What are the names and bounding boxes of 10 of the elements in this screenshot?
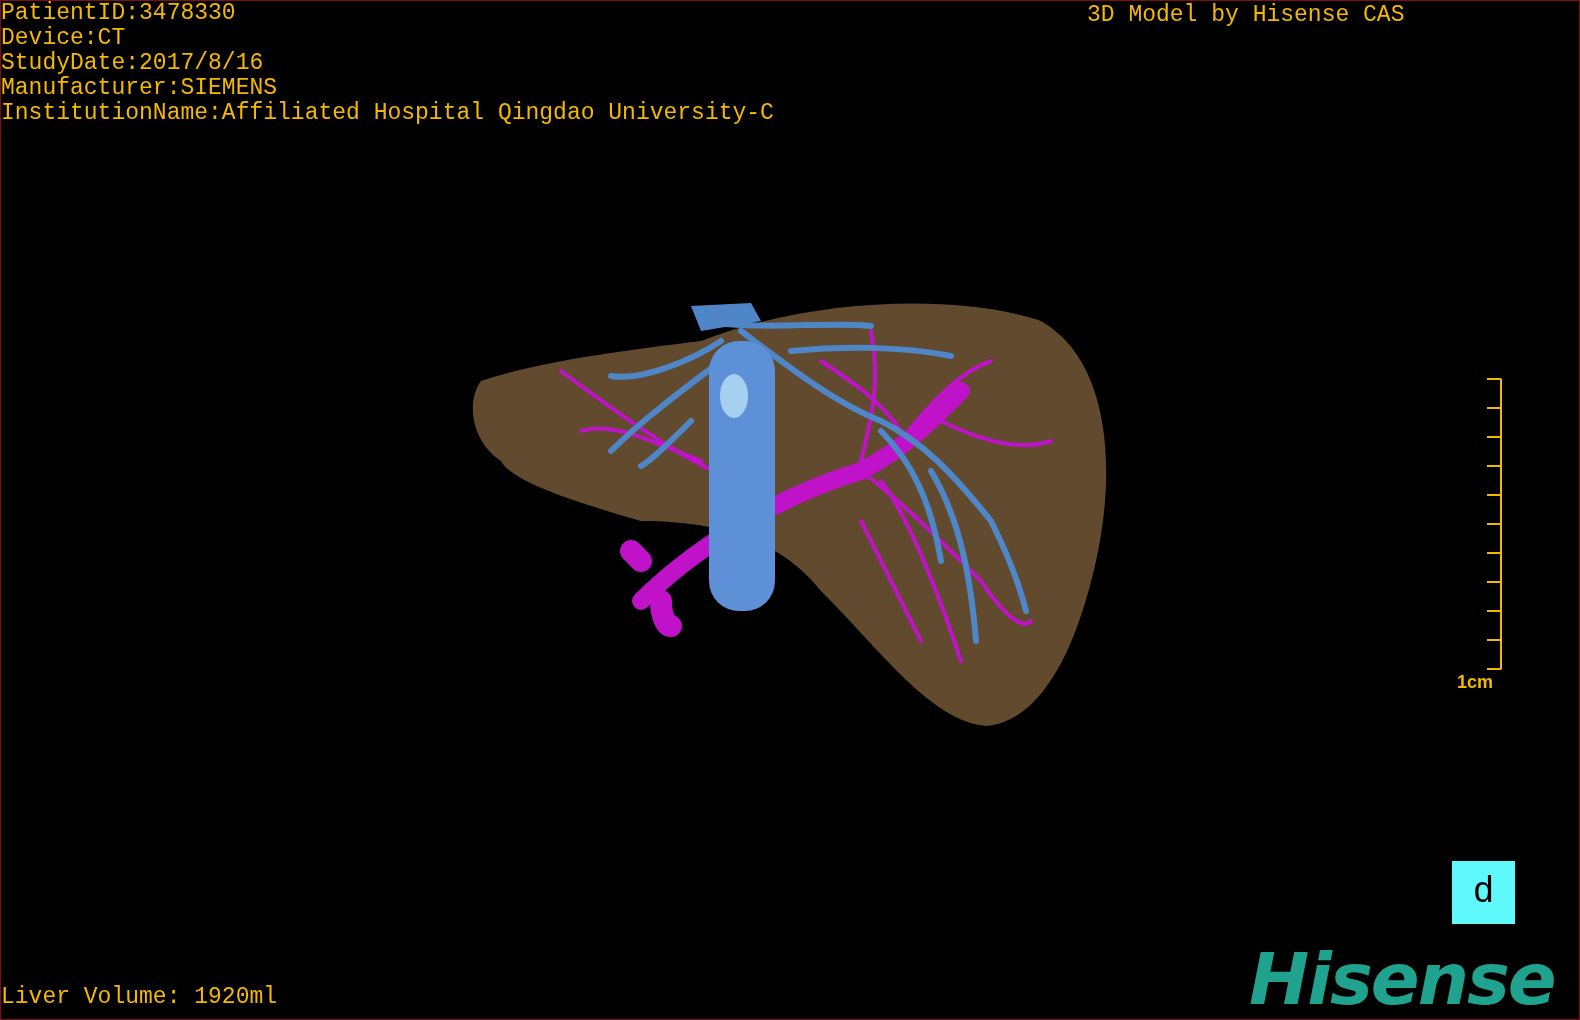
- info-line: StudyDate:2017/8/16: [1, 51, 265, 76]
- scale-label: 1cm: [1457, 672, 1494, 692]
- info-line: Manufacturer:SIEMENS: [1, 76, 279, 101]
- model-caption: 3D Model by Hisense CAS: [1087, 3, 1405, 28]
- brand-logo: Hisense: [1249, 945, 1555, 1013]
- orientation-cube[interactable]: d: [1452, 861, 1515, 924]
- info-line: Device:CT: [1, 26, 127, 51]
- info-line: PatientID:3478330: [1, 1, 237, 26]
- info-line: InstitutionName:Affiliated Hospital Qingdao University-C: [1, 101, 774, 126]
- liver-volume: Liver Volume: 1920ml: [1, 985, 278, 1010]
